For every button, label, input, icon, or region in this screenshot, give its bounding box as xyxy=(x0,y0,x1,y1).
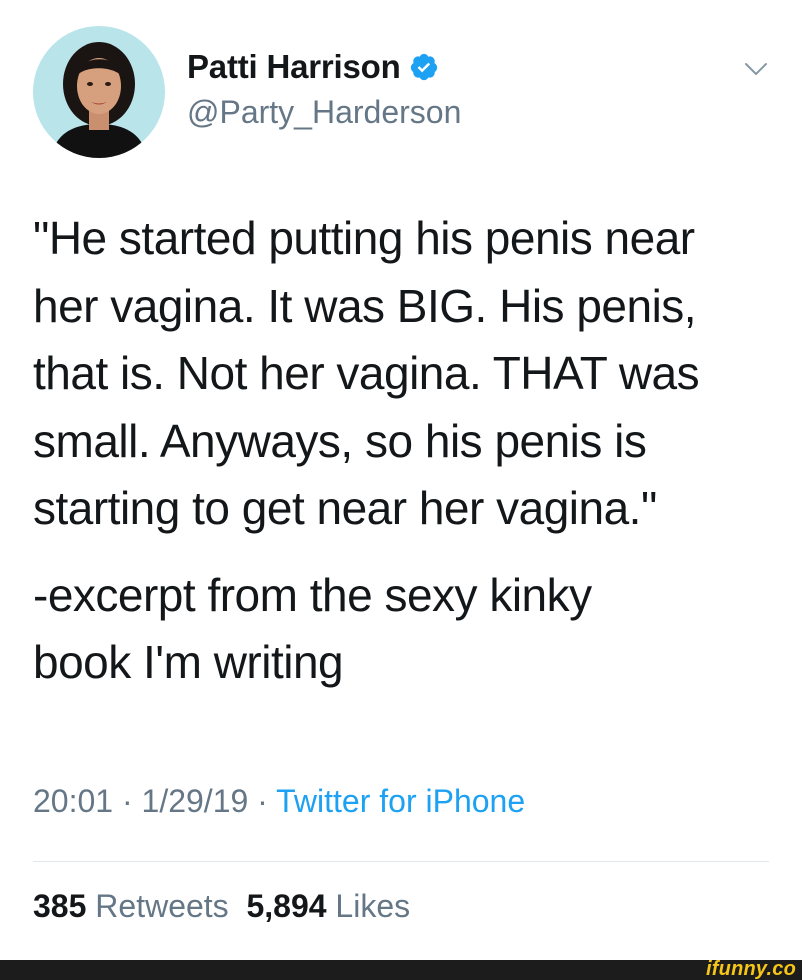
handle[interactable]: @Party_Harderson xyxy=(187,94,461,131)
avatar-image xyxy=(33,26,165,158)
tweet-date[interactable]: 1/29/19 xyxy=(142,783,249,819)
retweets-count: 385 xyxy=(33,888,87,924)
divider xyxy=(33,861,769,862)
meta-separator: · xyxy=(257,783,268,819)
tweet-paragraph-2: -excerpt from the sexy kinky book I'm wr… xyxy=(33,568,592,689)
likes-stat[interactable]: 5,894 Likes xyxy=(246,888,410,924)
display-name-row: Patti Harrison xyxy=(187,44,439,90)
display-name[interactable]: Patti Harrison xyxy=(187,48,401,86)
tweet-paragraph-1: "He started putting his penis near her v… xyxy=(33,212,700,534)
tweet-time[interactable]: 20:01 xyxy=(33,783,113,819)
likes-count: 5,894 xyxy=(246,888,327,924)
ifunny-watermark: ifunny.co xyxy=(706,958,796,980)
chevron-down-icon[interactable] xyxy=(743,58,769,80)
tweet-text: "He started putting his penis near her v… xyxy=(33,205,773,697)
verified-badge-icon xyxy=(409,52,439,82)
tweet-meta: 20:01 · 1/29/19 · Twitter for iPhone xyxy=(33,783,525,820)
tweet-card: Patti Harrison @Party_Harderson "He star… xyxy=(0,0,802,960)
likes-label: Likes xyxy=(335,888,411,924)
retweets-stat[interactable]: 385 Retweets xyxy=(33,888,229,924)
tweet-stats: 385 Retweets 5,894 Likes xyxy=(33,888,410,925)
watermark-bar: ifunny.co xyxy=(0,958,802,980)
meta-separator: · xyxy=(121,783,133,819)
tweet-source-link[interactable]: Twitter for iPhone xyxy=(276,783,525,819)
retweets-label: Retweets xyxy=(95,888,229,924)
avatar[interactable] xyxy=(33,26,165,158)
